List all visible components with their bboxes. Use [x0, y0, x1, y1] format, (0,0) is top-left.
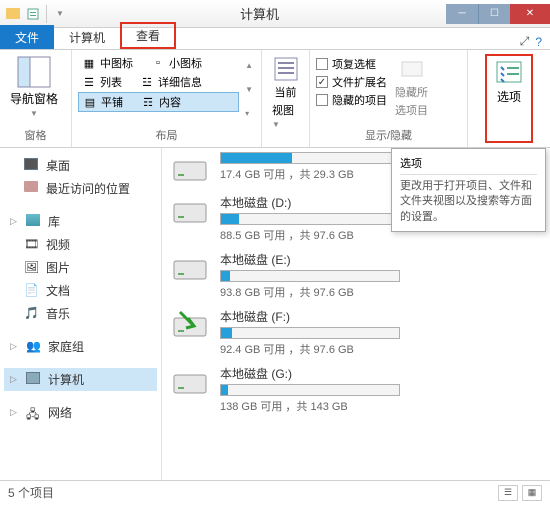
- check-file-extensions[interactable]: 文件扩展名: [316, 74, 387, 90]
- drive-space-info: 138 GB 可用 ，共 143 GB: [220, 398, 542, 414]
- drive-usage-bar: [220, 327, 400, 339]
- drive-usage-bar: [220, 213, 400, 225]
- options-button[interactable]: 选项: [485, 54, 533, 143]
- tooltip-title: 选项: [400, 155, 537, 175]
- layout-medium-icons[interactable]: ▦中图标▫小图标: [78, 54, 239, 72]
- tab-file[interactable]: 文件: [0, 25, 54, 49]
- drive-usage-bar: [220, 384, 400, 396]
- window-controls: ─ ☐ ✕: [446, 4, 550, 24]
- navigation-pane-label: 导航窗格: [10, 90, 58, 107]
- drive-icon: [170, 251, 210, 285]
- app-icon[interactable]: [4, 5, 22, 23]
- drive-name: 本地磁盘 (F:): [220, 308, 542, 325]
- title-bar: ▼ 计算机 ─ ☐ ✕: [0, 0, 550, 28]
- maximize-button[interactable]: ☐: [478, 4, 510, 24]
- window-title: 计算机: [73, 4, 446, 23]
- main-area: 桌面 最近访问的位置 ▷库 🎞视频 🖼图片 📄文档 🎵音乐 ▷👥家庭组 ▷计算机…: [0, 148, 550, 480]
- ribbon-tabs: 文件 计算机 查看 ⤢ ?: [0, 28, 550, 50]
- sidebar-item-desktop[interactable]: 桌面: [4, 154, 157, 177]
- tooltip-description: 更改用于打开项目、文件和文件夹视图以及搜索等方面的设置。: [400, 179, 537, 225]
- content-pane: 17.4 GB 可用 ，共 29.3 GB本地磁盘 (D:)88.5 GB 可用…: [162, 148, 550, 480]
- ribbon: 导航窗格 ▼ 窗格 ▦中图标▫小图标 ☰列表☳详细信息 ▤平铺☶内容 ▲▼▾ 布…: [0, 50, 550, 148]
- layout-list[interactable]: ☰列表☳详细信息: [78, 73, 239, 91]
- qat-dropdown-icon[interactable]: ▼: [51, 5, 69, 23]
- ribbon-group-pane-label: 窗格: [6, 125, 65, 143]
- help-icon[interactable]: ?: [535, 35, 542, 49]
- check-hidden-items[interactable]: 隐藏的项目: [316, 92, 387, 108]
- drive-icon: [170, 194, 210, 228]
- layout-scroll[interactable]: ▲▼▾: [243, 54, 255, 125]
- quick-access-toolbar: ▼: [0, 5, 73, 23]
- sidebar-item-computer[interactable]: ▷计算机: [4, 368, 157, 391]
- layout-tiles[interactable]: ▤平铺☶内容: [78, 92, 239, 112]
- view-details-toggle[interactable]: ☰: [498, 485, 518, 501]
- current-view-button[interactable]: 当前 视图 ▼: [268, 54, 303, 143]
- minimize-button[interactable]: ─: [446, 4, 478, 24]
- drive-item[interactable]: 本地磁盘 (G:) 138 GB 可用 ，共 143 GB: [170, 365, 542, 414]
- sidebar-item-libraries[interactable]: ▷库: [4, 210, 157, 233]
- tab-view[interactable]: 查看: [120, 22, 176, 49]
- ribbon-group-currentview: 当前 视图 ▼: [262, 50, 310, 147]
- status-bar: 5 个项目 ☰ ▦: [0, 480, 550, 504]
- ribbon-group-options: 选项: [468, 50, 550, 147]
- tab-computer[interactable]: 计算机: [54, 25, 120, 49]
- qat-properties-icon[interactable]: [24, 5, 42, 23]
- drive-item[interactable]: 本地磁盘 (E:) 93.8 GB 可用 ，共 97.6 GB: [170, 251, 542, 300]
- sidebar-item-pictures[interactable]: 🖼图片: [4, 256, 157, 279]
- status-item-count: 5 个项目: [8, 484, 54, 501]
- sidebar-item-network[interactable]: ▷🖧网络: [4, 401, 157, 424]
- drive-usage-bar: [220, 152, 400, 164]
- sidebar-item-recent[interactable]: 最近访问的位置: [4, 177, 157, 200]
- drive-icon: [170, 365, 210, 399]
- ribbon-minimize-icon[interactable]: ⤢: [520, 34, 530, 49]
- hide-selected-button[interactable]: 隐藏所 选项目: [391, 54, 432, 125]
- drive-name: 本地磁盘 (E:): [220, 251, 542, 268]
- sidebar-item-documents[interactable]: 📄文档: [4, 279, 157, 302]
- ribbon-group-layout: ▦中图标▫小图标 ☰列表☳详细信息 ▤平铺☶内容 ▲▼▾ 布局: [72, 50, 262, 147]
- options-tooltip: 选项 更改用于打开项目、文件和文件夹视图以及搜索等方面的设置。: [391, 148, 546, 232]
- sidebar-item-videos[interactable]: 🎞视频: [4, 233, 157, 256]
- view-tiles-toggle[interactable]: ▦: [522, 485, 542, 501]
- drive-icon: [170, 152, 210, 186]
- ribbon-group-layout-label: 布局: [78, 125, 255, 143]
- ribbon-group-showhide: 项复选框 文件扩展名 隐藏的项目 隐藏所 选项目 显示/隐藏: [310, 50, 468, 147]
- drive-usage-bar: [220, 270, 400, 282]
- chevron-down-icon: ▼: [272, 120, 280, 129]
- sidebar-item-music[interactable]: 🎵音乐: [4, 302, 157, 325]
- close-button[interactable]: ✕: [510, 4, 550, 24]
- navigation-sidebar: 桌面 最近访问的位置 ▷库 🎞视频 🖼图片 📄文档 🎵音乐 ▷👥家庭组 ▷计算机…: [0, 148, 162, 480]
- drive-space-info: 93.8 GB 可用 ，共 97.6 GB: [220, 284, 542, 300]
- drive-item[interactable]: 本地磁盘 (F:) 92.4 GB 可用 ，共 97.6 GB: [170, 308, 542, 357]
- chevron-down-icon: ▼: [30, 109, 38, 118]
- ribbon-group-pane: 导航窗格 ▼ 窗格: [0, 50, 72, 147]
- sidebar-item-homegroup[interactable]: ▷👥家庭组: [4, 335, 157, 358]
- drive-icon: [170, 308, 210, 342]
- drive-space-info: 92.4 GB 可用 ，共 97.6 GB: [220, 341, 542, 357]
- options-label: 选项: [497, 88, 521, 105]
- ribbon-group-showhide-label: 显示/隐藏: [316, 125, 461, 143]
- check-item-checkboxes[interactable]: 项复选框: [316, 56, 387, 72]
- drive-name: 本地磁盘 (G:): [220, 365, 542, 382]
- navigation-pane-button[interactable]: 导航窗格 ▼: [6, 54, 62, 125]
